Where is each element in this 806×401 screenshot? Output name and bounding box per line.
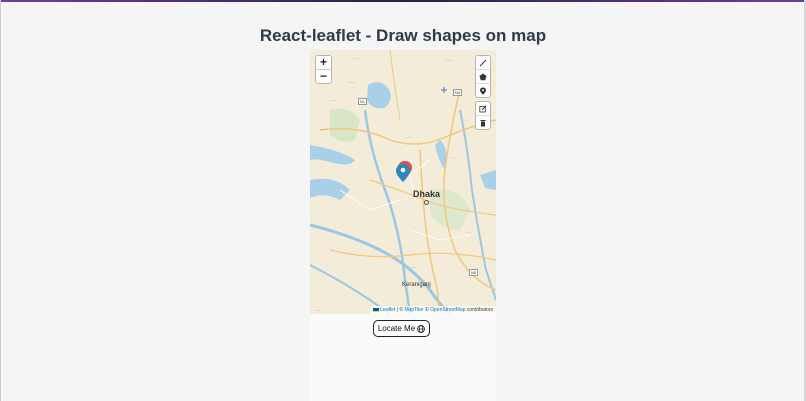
map-place-label: ····· [354,56,361,61]
map-place-label: ····· [320,127,327,132]
attribution-osm-prefix: © [425,307,429,313]
edit-layers-button[interactable] [476,102,490,116]
globe-icon [417,324,426,333]
marker-icon [480,87,486,95]
attribution-separator: | © [396,307,404,313]
map-marker-icon[interactable] [396,164,410,182]
polyline-icon [479,59,487,66]
edit-toolbar [475,101,491,130]
zoom-out-button[interactable]: − [316,70,331,83]
window-border-left [0,0,1,401]
map-container[interactable]: ····· ····· ····· ····· ····· ····· ····… [310,50,496,314]
draw-toolbar [475,55,491,98]
draw-polygon-button[interactable] [476,70,490,84]
leaflet-link[interactable]: Leaflet [380,307,395,313]
page-title: React-leaflet - Draw shapes on map [259,26,547,45]
locate-me-button[interactable]: Locate Me [373,320,430,337]
delete-layers-button[interactable] [476,116,490,129]
zoom-control: + − [315,55,332,84]
map-place-label: ····· [410,265,417,270]
map-place-label: ····· [445,58,452,63]
edit-icon [479,104,487,112]
polygon-icon [479,73,487,80]
road-shield: N5 [469,269,479,276]
browser-top-bar [0,0,806,2]
city-label: Dhaka [413,189,441,199]
map-place-label: ····· [330,98,337,103]
openstreetmap-link[interactable]: OpenStreetMap [430,307,465,313]
map-place-label: ····· [450,155,457,160]
road-shield: N1 [358,98,368,105]
map-place-label: ····· [405,135,412,140]
locate-me-label: Locate Me [377,324,416,333]
city-dot [424,200,429,205]
attribution-suffix: contributors [466,307,493,313]
ukraine-flag-icon [372,307,379,312]
map-place-label: ····· [465,230,472,235]
map-place-label: ····· [348,80,355,85]
trash-icon [480,119,486,126]
map-place-label: ····· [315,308,322,313]
maptiler-link[interactable]: MapTiler [404,307,423,313]
town-label: Keraniganj [402,282,431,288]
zoom-in-button[interactable]: + [316,56,331,70]
draw-polyline-button[interactable] [476,56,490,70]
map-attribution: Leaflet | © MapTiler © OpenStreetMap con… [369,306,496,314]
draw-marker-button[interactable] [476,84,490,97]
road-shield: N3 [453,89,463,96]
